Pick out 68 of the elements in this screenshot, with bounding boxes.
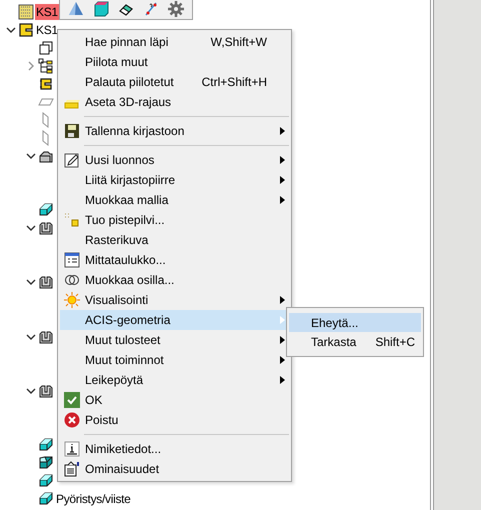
dimension-icon (142, 1, 159, 17)
c-shape-icon (18, 22, 34, 38)
submenu-arrow-icon (280, 176, 284, 184)
tree-node-label[interactable]: KS1 (35, 4, 59, 20)
menu-item[interactable]: Uusi luonnos (60, 150, 289, 170)
checkmark-icon (64, 392, 80, 408)
submenu-arrow-icon (280, 316, 284, 324)
overlapping-circles-icon (64, 272, 80, 288)
pages-icon (38, 40, 54, 56)
table-icon (64, 252, 80, 268)
submenu-arrow-icon (280, 196, 284, 204)
pyramid-icon (68, 1, 84, 17)
box-icon (93, 1, 110, 17)
u-shape-icon (38, 328, 54, 345)
submenu-arrow-icon (280, 336, 284, 344)
info-icon (64, 441, 80, 457)
menu-item[interactable]: Tarkasta Shift+C (289, 332, 421, 351)
u-shape-icon (38, 274, 54, 290)
menu-item[interactable]: Palauta piilotetut Ctrl+Shift+H (60, 72, 289, 92)
point-cloud-icon (64, 212, 80, 228)
chevron-down-icon[interactable] (6, 25, 16, 35)
menu-item[interactable]: Nimiketiedot... (60, 439, 289, 459)
menu-item[interactable]: Eheytä... (289, 313, 421, 332)
menu-item[interactable]: Muut toiminnot (60, 350, 289, 370)
menu-item[interactable]: Muokkaa mallia (60, 190, 289, 210)
chevron-down-icon[interactable] (26, 223, 36, 234)
menu-item[interactable]: Rasterikuva (60, 230, 289, 250)
magnet-icon (38, 76, 54, 92)
chevron-right-icon[interactable] (26, 61, 36, 71)
menu-item[interactable]: ACIS-geometria (60, 310, 289, 330)
cube-icon (38, 491, 54, 508)
menu-item[interactable]: Tuo pistepilvi... (60, 210, 289, 230)
menu-item[interactable]: Ominaisuudet (60, 459, 289, 479)
menu-item[interactable]: Muut tulosteet (60, 330, 289, 350)
sun-icon (64, 292, 80, 308)
close-icon (64, 412, 80, 428)
chevron-down-icon[interactable] (26, 151, 36, 161)
properties-icon (64, 461, 80, 477)
menu-item[interactable]: Visualisointi (60, 290, 289, 310)
menu-item[interactable]: Piilota muut (60, 52, 289, 72)
menu-item[interactable]: Poistu (60, 410, 289, 430)
menu-item[interactable]: Hae pinnan läpi W,Shift+W (60, 32, 289, 52)
submenu-arrow-icon (280, 356, 284, 364)
menu-item[interactable]: Muokkaa osilla... (60, 270, 289, 290)
dotted-square-icon (18, 4, 34, 20)
chevron-down-icon[interactable] (26, 386, 36, 396)
cube-icon (38, 455, 54, 472)
chevron-down-icon[interactable] (26, 277, 36, 288)
submenu-arrow-icon (280, 127, 284, 135)
menu-item[interactable]: Leikepöytä (60, 370, 289, 390)
menu-item[interactable]: Mittataulukko... (60, 250, 289, 270)
submenu-arrow-icon (280, 156, 284, 164)
submenu-arrow-icon (280, 296, 284, 304)
cube-icon (38, 473, 54, 490)
menu-item[interactable]: Liitä kirjastopiirre (60, 170, 289, 190)
u-shape-icon (38, 382, 54, 399)
hierarchy-icon (38, 58, 54, 74)
tree-node-label[interactable]: KS1 (35, 22, 59, 38)
cube-icon (38, 202, 54, 218)
u-shape-icon (38, 220, 54, 236)
cube-icon (38, 437, 54, 454)
tree-node-label[interactable]: Pyöristys/viiste (55, 491, 132, 508)
menu-item[interactable]: OK (60, 390, 289, 410)
menu-item[interactable]: Tallenna kirjastoon (60, 121, 289, 141)
submenu-arrow-icon (280, 376, 284, 384)
chevron-down-icon[interactable] (26, 332, 36, 342)
menu-item[interactable]: Aseta 3D-rajaus (60, 92, 289, 112)
pencil-icon (64, 152, 80, 168)
